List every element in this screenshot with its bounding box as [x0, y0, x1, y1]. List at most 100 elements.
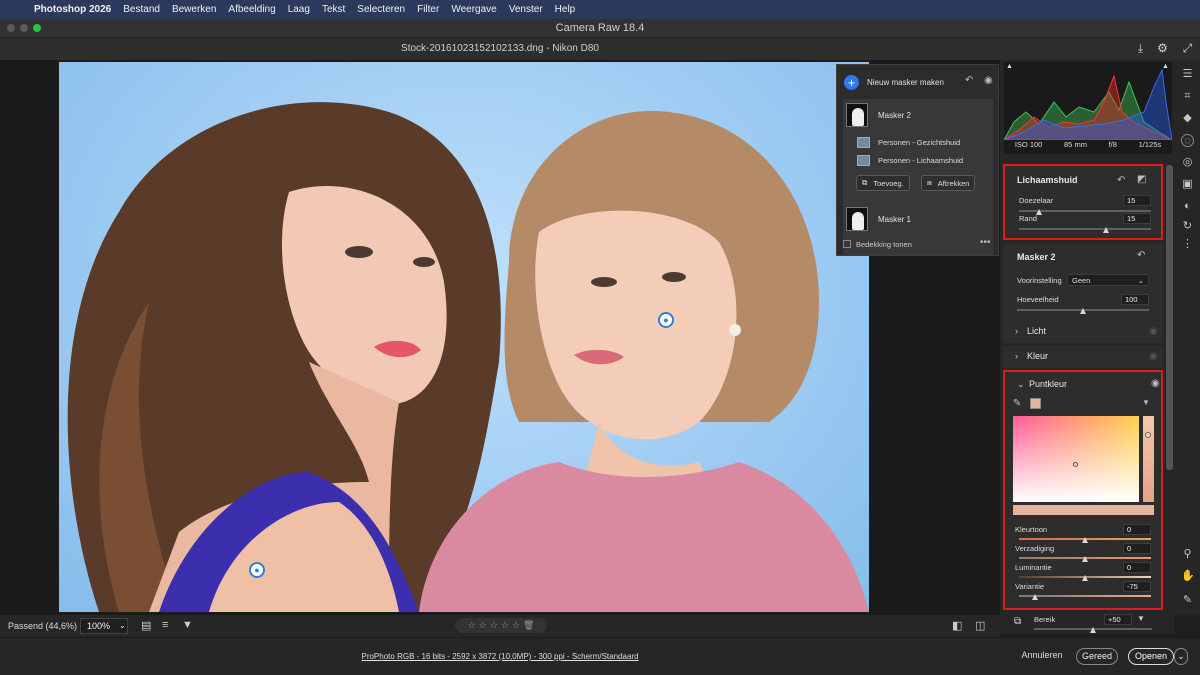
mask-component-face-skin[interactable]: Personen - Gezichtshuid [857, 133, 960, 151]
new-mask-row[interactable]: + Nieuw masker maken ↶ ◉ [837, 65, 998, 99]
reset-icon[interactable]: ↶ [965, 75, 973, 86]
star-icon[interactable]: ☆ [490, 620, 498, 631]
color-picker-field[interactable] [1013, 416, 1139, 502]
eye-icon[interactable]: ◉ [1149, 351, 1158, 362]
panel-scrollbar[interactable] [1166, 165, 1173, 470]
photo-preview[interactable]: ● ● [59, 62, 869, 612]
range-value[interactable]: +50 [1104, 614, 1132, 625]
open-options-button[interactable]: ⌄ [1174, 648, 1188, 665]
star-icon[interactable]: ☆ [468, 620, 476, 631]
eye-icon[interactable]: ◉ [984, 75, 993, 86]
mask-item-mask-1[interactable]: Masker 1 [843, 205, 993, 233]
hue-slider-thumb[interactable] [1082, 537, 1088, 543]
red-eye-icon[interactable]: ◎ [1181, 156, 1194, 169]
eyedropper-icon[interactable]: ✎ [1013, 398, 1021, 409]
color-section-header[interactable]: › Kleur ◉ [1003, 346, 1163, 368]
add-mask-button[interactable]: ⧉ Toevoeg. [856, 175, 910, 191]
menu-help[interactable]: Help [555, 4, 576, 15]
menu-weergave[interactable]: Weergave [451, 4, 496, 15]
invert-icon[interactable]: ◩ [1137, 174, 1146, 185]
saturation-slider-thumb[interactable] [1082, 556, 1088, 562]
open-button[interactable]: Openen [1128, 648, 1174, 665]
edit-sliders-icon[interactable]: ☰ [1181, 68, 1194, 81]
amount-slider-thumb[interactable] [1080, 308, 1086, 314]
color-picker-strip[interactable] [1143, 416, 1154, 502]
star-icon[interactable]: ☆ [501, 620, 509, 631]
menu-tekst[interactable]: Tekst [322, 4, 345, 15]
picker-point-icon[interactable] [1073, 462, 1078, 467]
edge-value[interactable]: 15 [1123, 213, 1151, 224]
star-icon[interactable]: ☆ [512, 620, 520, 631]
filter-icon[interactable]: ▼ [182, 619, 193, 631]
workflow-options-link[interactable]: ProPhoto RGB - 16 bits - 2592 x 3872 (10… [0, 652, 1000, 661]
mask-pin-icon[interactable]: ● [658, 312, 674, 328]
strip-handle-icon[interactable] [1145, 432, 1151, 438]
crop-icon[interactable]: ⌗ [1181, 90, 1194, 103]
shadow-clip-icon[interactable]: ▲ [1006, 63, 1013, 70]
component-label: Personen - Lichaamshuid [878, 155, 964, 165]
zoom-icon[interactable]: ⚲ [1181, 548, 1194, 561]
single-view-icon[interactable]: ◧ [952, 619, 962, 632]
triangle-down-icon[interactable]: ▼ [1142, 398, 1150, 407]
mask-pin-icon[interactable]: ● [249, 562, 265, 578]
highlight-clip-icon[interactable]: ▲ [1162, 63, 1169, 70]
mask-item-mask-2[interactable]: Masker 2 [843, 101, 993, 129]
edge-label: Rand [1019, 214, 1037, 223]
snapshots-icon[interactable]: ▣ [1181, 178, 1194, 191]
menu-app[interactable]: Photoshop 2026 [34, 4, 111, 15]
range-slider-thumb[interactable] [1090, 627, 1096, 633]
presets-icon[interactable]: ◐ [1181, 200, 1194, 213]
mask-component-body-skin[interactable]: Personen - Lichaamshuid [857, 151, 963, 169]
light-section-header[interactable]: › Licht ◉ [1003, 321, 1163, 343]
save-icon[interactable]: ⤓ [1134, 42, 1147, 55]
masking-icon[interactable]: ◌ [1181, 134, 1194, 147]
edge-slider[interactable] [1019, 228, 1151, 230]
sampled-color-swatch[interactable] [1030, 398, 1041, 409]
star-icon[interactable]: ☆ [479, 620, 487, 631]
menu-bewerken[interactable]: Bewerken [172, 4, 216, 15]
menu-filter[interactable]: Filter [417, 4, 439, 15]
triangle-down-icon[interactable]: ▼ [1137, 614, 1145, 623]
menu-laag[interactable]: Laag [288, 4, 310, 15]
eraser-icon[interactable]: ◆ [1181, 112, 1194, 125]
filmstrip-icon[interactable]: ▤ [141, 619, 151, 632]
eye-icon[interactable]: ◉ [1149, 326, 1158, 337]
sort-icon[interactable]: ≡ [162, 619, 168, 631]
variance-value[interactable]: -75 [1123, 581, 1151, 592]
sync-icon[interactable]: ↻ [1181, 220, 1194, 233]
trash-icon[interactable]: 🗑 [523, 620, 534, 631]
luminance-slider-thumb[interactable] [1082, 575, 1088, 581]
feather-value[interactable]: 15 [1123, 195, 1151, 206]
right-panel: ▲ ▲ ISO 100 85 mm f/8 1/125s Lichaamshui… [1000, 60, 1175, 615]
amount-value[interactable]: 100 [1121, 294, 1149, 305]
subtract-mask-button[interactable]: ⧈ Aftrekken [921, 175, 976, 191]
zoom-dropdown[interactable]: 100% ⌄ [80, 618, 128, 634]
plus-icon[interactable]: + [844, 74, 859, 90]
cancel-button[interactable]: Annuleren [1014, 648, 1070, 665]
saturation-value[interactable]: 0 [1123, 543, 1151, 554]
fullscreen-icon[interactable]: ⤢ [1181, 42, 1194, 55]
variance-slider-thumb[interactable] [1031, 594, 1038, 600]
compare-view-icon[interactable]: ◫ [975, 619, 985, 632]
menu-selecteren[interactable]: Selecteren [357, 4, 405, 15]
variance-slider[interactable] [1019, 595, 1151, 597]
hand-icon[interactable]: ✋ [1181, 570, 1195, 583]
menu-afbeelding[interactable]: Afbeelding [228, 4, 275, 15]
preset-dropdown[interactable]: Geen ⌄ [1067, 274, 1149, 286]
range-mask-icon[interactable]: ⧉ [1014, 616, 1021, 627]
reset-icon[interactable]: ↶ [1137, 250, 1145, 261]
menu-venster[interactable]: Venster [509, 4, 543, 15]
luminance-value[interactable]: 0 [1123, 562, 1151, 573]
more-icon[interactable]: ••• [980, 237, 991, 248]
done-button[interactable]: Gereed [1076, 648, 1118, 665]
edge-slider-thumb[interactable] [1103, 227, 1110, 233]
gear-icon[interactable]: ⚙ [1156, 42, 1169, 55]
eyedropper-icon[interactable]: ✎ [1181, 594, 1194, 607]
hue-value[interactable]: 0 [1123, 524, 1151, 535]
eye-icon[interactable]: ◉ [1151, 378, 1160, 389]
more-vertical-icon[interactable]: ⋮ [1181, 238, 1194, 251]
overlay-checkbox[interactable] [843, 240, 851, 248]
zoom-fit-label[interactable]: Passend (44,6%) [8, 621, 77, 631]
reset-icon[interactable]: ↶ [1117, 175, 1125, 186]
menu-bestand[interactable]: Bestand [123, 4, 160, 15]
